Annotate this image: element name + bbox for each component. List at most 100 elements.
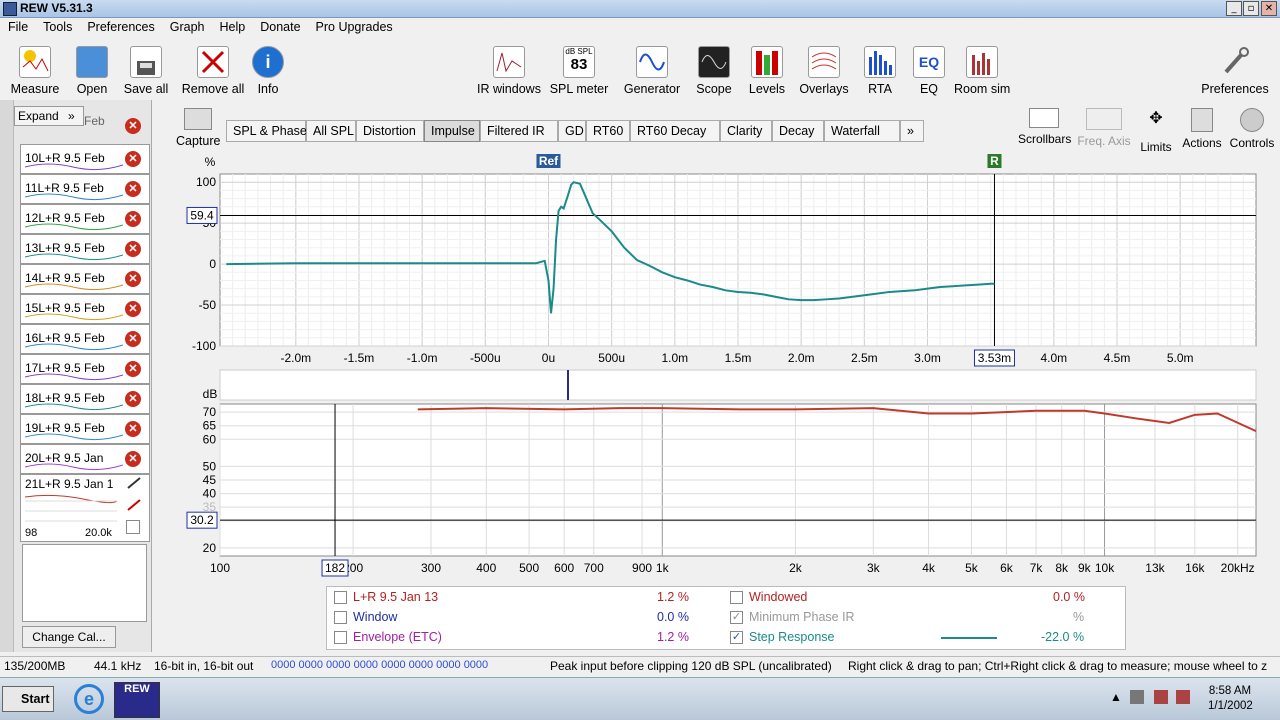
- scrollbars-button[interactable]: Scrollbars: [1018, 108, 1071, 146]
- x-tick-label: 1.5m: [725, 351, 752, 365]
- save-all-button[interactable]: Save all: [122, 46, 170, 96]
- x-tick-label: 3.0m: [914, 351, 941, 365]
- delete-icon[interactable]: ✕: [125, 301, 141, 317]
- notes-area[interactable]: [22, 544, 147, 622]
- x-tick-label: 900: [632, 561, 652, 575]
- limits-button[interactable]: ✥ Limits: [1138, 108, 1174, 154]
- controls-button[interactable]: Controls: [1228, 108, 1276, 150]
- rta-button[interactable]: RTA: [862, 46, 898, 96]
- notes-icon[interactable]: [126, 520, 140, 534]
- tab-waterfall[interactable]: Waterfall: [824, 120, 900, 142]
- status-bar: 135/200MB 44.1 kHz 16-bit in, 16-bit out…: [0, 656, 1280, 676]
- measure-settings-icon[interactable]: [126, 476, 142, 490]
- clock[interactable]: 8:58 AM 1/1/2002: [1208, 685, 1253, 712]
- tab-more[interactable]: »: [900, 120, 924, 142]
- measure-button[interactable]: Measure: [10, 46, 60, 96]
- title-bar: REW V5.31.3 _ ▫ ✕: [0, 0, 1280, 18]
- generator-button[interactable]: Generator: [622, 46, 682, 96]
- minimize-button[interactable]: _: [1226, 1, 1242, 16]
- tab-impulse[interactable]: Impulse: [424, 120, 480, 142]
- maximize-button[interactable]: ▫: [1243, 1, 1259, 16]
- pen-icon[interactable]: [126, 498, 142, 512]
- x-tick-label: 2.5m: [851, 351, 878, 365]
- eq-button[interactable]: EQ EQ: [910, 46, 948, 96]
- x-tick-label: 5k: [965, 561, 979, 575]
- volume-icon[interactable]: [1130, 690, 1144, 704]
- ir-windows-button[interactable]: IR windows: [476, 46, 542, 96]
- freq-axis-button[interactable]: Freq. Axis: [1076, 108, 1132, 148]
- y-tick-label: 45: [203, 473, 217, 487]
- legend-checkbox-envelope[interactable]: [334, 631, 347, 644]
- delete-icon[interactable]: ✕: [125, 451, 141, 467]
- menu-graph[interactable]: Graph: [162, 18, 212, 34]
- delete-icon[interactable]: ✕: [125, 151, 141, 167]
- scope-button[interactable]: Scope: [694, 46, 734, 96]
- capture-button[interactable]: Capture: [176, 108, 220, 148]
- ir-windows-icon: [493, 46, 525, 78]
- room-sim-button[interactable]: Room sim: [954, 46, 1010, 96]
- tab-all-spl[interactable]: All SPL: [306, 120, 356, 142]
- y-tick-label: 60: [203, 432, 217, 446]
- internet-explorer-icon[interactable]: e: [74, 684, 104, 714]
- tab-gd[interactable]: GD: [558, 120, 586, 142]
- remove-all-button[interactable]: Remove all: [180, 46, 246, 96]
- actions-button[interactable]: Actions: [1180, 108, 1224, 150]
- legend-checkbox-windowed[interactable]: [730, 591, 743, 604]
- legend-checkbox-min-phase[interactable]: ✓: [730, 611, 743, 624]
- tab-distortion[interactable]: Distortion: [356, 120, 424, 142]
- delete-icon[interactable]: ✕: [125, 391, 141, 407]
- overview-strip[interactable]: [219, 369, 1257, 401]
- tray-arrow-icon[interactable]: ▲: [1110, 690, 1122, 704]
- measure-icon: [19, 46, 51, 78]
- delete-icon[interactable]: ✕: [125, 181, 141, 197]
- x-tick-label: 7k: [1030, 561, 1044, 575]
- measurement-panel: Expand » Feb ✕ 10L+R 9.5 Feb ✕ 11L+R 9.5 F…: [0, 100, 152, 652]
- tab-clarity[interactable]: Clarity: [720, 120, 772, 142]
- tab-spl-phase[interactable]: SPL & Phase: [226, 120, 307, 142]
- tab-rt60-decay[interactable]: RT60 Decay: [630, 120, 720, 142]
- network-icon[interactable]: [1154, 690, 1168, 704]
- menu-tools[interactable]: Tools: [35, 18, 79, 34]
- start-button[interactable]: Start: [2, 686, 54, 712]
- graph-area[interactable]: -2.0m -1.5m -1.0m -500u 0u 500u 1.0m 1.5m 2.0m 2.…: [168, 150, 1258, 578]
- delete-icon[interactable]: ✕: [125, 361, 141, 377]
- spl-meter-button[interactable]: dB SPL 83 SPL meter: [549, 46, 609, 96]
- overlays-button[interactable]: Overlays: [798, 46, 850, 96]
- r-marker-label: R: [990, 154, 999, 168]
- x-tick-label: 500u: [598, 351, 625, 365]
- x-tick-label: -2.0m: [280, 351, 311, 365]
- delete-icon[interactable]: ✕: [125, 118, 141, 134]
- x-tick-label: 3k: [867, 561, 881, 575]
- delete-icon[interactable]: ✕: [125, 421, 141, 437]
- delete-icon[interactable]: ✕: [125, 211, 141, 227]
- overlays-icon: [808, 46, 840, 78]
- menu-file[interactable]: File: [0, 18, 35, 34]
- change-cal-button[interactable]: Change Cal...: [22, 626, 116, 648]
- panel-scrollbar[interactable]: [0, 100, 14, 652]
- legend-checkbox-step-response[interactable]: ✓: [730, 631, 743, 644]
- menu-preferences[interactable]: Preferences: [79, 18, 161, 34]
- menu-pro-upgrades[interactable]: Pro Upgrades: [308, 18, 400, 34]
- info-button[interactable]: i Info: [252, 46, 284, 96]
- levels-button[interactable]: Levels: [746, 46, 788, 96]
- menu-donate[interactable]: Donate: [252, 18, 307, 34]
- preferences-button[interactable]: Preferences: [1200, 46, 1270, 96]
- open-button[interactable]: Open: [70, 46, 114, 96]
- y-tick-label: 70: [203, 405, 217, 419]
- action-center-icon[interactable]: [1176, 690, 1190, 704]
- legend-checkbox-window[interactable]: [334, 611, 347, 624]
- tab-decay[interactable]: Decay: [772, 120, 824, 142]
- tab-filtered-ir[interactable]: Filtered IR: [480, 120, 558, 142]
- expand-button[interactable]: Expand »: [14, 106, 84, 126]
- delete-icon[interactable]: ✕: [125, 271, 141, 287]
- close-window-button[interactable]: ✕: [1261, 1, 1277, 16]
- menu-help[interactable]: Help: [212, 18, 253, 34]
- delete-icon[interactable]: ✕: [125, 241, 141, 257]
- toolbar: Measure Open Save all Remove all i Info …: [0, 40, 1280, 100]
- rew-taskbar-button[interactable]: REW: [114, 682, 160, 718]
- folder-icon: [76, 46, 108, 78]
- tab-rt60[interactable]: RT60: [586, 120, 630, 142]
- legend-checkbox-measurement[interactable]: [334, 591, 347, 604]
- y-tick-label: -100: [192, 339, 216, 353]
- delete-icon[interactable]: ✕: [125, 331, 141, 347]
